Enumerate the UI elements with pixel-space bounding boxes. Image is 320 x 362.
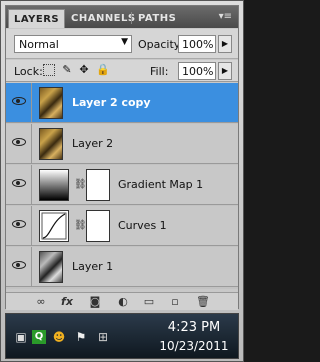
lock-pixels-icon[interactable]: ✎ (61, 64, 73, 76)
action-center-flag-icon[interactable]: ⚑ (74, 330, 88, 344)
layer-name: Layer 2 copy (72, 96, 151, 109)
layer-mask-thumbnail[interactable] (86, 169, 110, 201)
visibility-eye-icon[interactable] (6, 83, 32, 123)
chain-link-icon[interactable]: ⛓ (74, 179, 87, 190)
curves-adjustment-icon (39, 210, 69, 242)
blend-mode-value: Normal (19, 38, 59, 51)
tab-divider (131, 12, 132, 24)
layer-thumbnail (39, 251, 63, 283)
gradient-map-adjustment-icon (39, 169, 69, 201)
blend-opacity-row: Normal ▼ Opacity: 100% ▶ (6, 29, 238, 59)
visibility-eye-icon[interactable] (6, 165, 32, 205)
visibility-eye-icon[interactable] (6, 124, 32, 164)
tab-divider (64, 12, 65, 24)
visibility-eye-icon[interactable] (6, 247, 32, 287)
clock-time[interactable]: 4:23 PM (152, 320, 236, 335)
trash-icon[interactable]: 🗑 (196, 295, 210, 308)
layers-list: Layer 2 copy Layer 2 ⛓ Gradient Map 1 ⛓ (6, 83, 238, 289)
lock-label: Lock: (14, 65, 43, 78)
fill-field[interactable]: 100% (178, 62, 216, 80)
opacity-field[interactable]: 100% (178, 35, 216, 53)
fx-icon[interactable]: fx (60, 295, 74, 308)
layer-name: Layer 1 (72, 260, 114, 273)
layer-row[interactable]: Layer 2 copy (6, 83, 238, 123)
lock-all-icon[interactable]: 🔒 (96, 64, 110, 76)
tab-layers[interactable]: LAYERS (8, 9, 66, 28)
network-icon[interactable]: ⊞ (96, 330, 110, 344)
link-icon[interactable]: ∞ (34, 295, 48, 308)
lock-transparency-icon[interactable] (43, 64, 55, 76)
layer-row[interactable]: ⛓ Curves 1 (6, 206, 238, 246)
adjustment-icon[interactable]: ◐ (116, 295, 130, 308)
tab-paths[interactable]: PATHS (133, 9, 181, 28)
fill-slider-toggle-icon[interactable]: ▶ (218, 62, 232, 80)
layer-name: Gradient Map 1 (118, 178, 204, 191)
chevron-down-icon: ▼ (121, 37, 128, 47)
layer-row[interactable]: ⛓ Gradient Map 1 (6, 165, 238, 205)
panel-menu-icon[interactable]: ▾≡ (219, 11, 232, 22)
layer-row[interactable]: Layer 1 (6, 247, 238, 287)
layer-thumbnail (39, 128, 63, 160)
layer-name: Layer 2 (72, 137, 114, 150)
layer-row[interactable]: Layer 2 (6, 124, 238, 164)
folder-icon[interactable]: ▭ (142, 295, 156, 308)
lock-fill-row: Lock: ✎ ✥ 🔒 Fill: 100% ▶ (6, 60, 238, 82)
opacity-slider-toggle-icon[interactable]: ▶ (218, 35, 232, 53)
visibility-eye-icon[interactable] (6, 206, 32, 246)
q-app-icon[interactable]: Q (32, 330, 46, 344)
clock-date[interactable]: 10/23/2011 (152, 339, 236, 353)
system-taskbar: ▣ Q ☻ ⚑ ⊞ 4:23 PM 10/23/2011 (5, 313, 239, 359)
panel-tab-bar: LAYERS CHANNELS PATHS ▾≡ (6, 6, 238, 28)
layers-bottom-toolbar: ∞ fx ◙ ◐ ▭ ▫ 🗑 (6, 292, 238, 310)
mask-icon[interactable]: ◙ (88, 295, 102, 308)
layers-panel: LAYERS CHANNELS PATHS ▾≡ Normal ▼ Opacit… (5, 5, 239, 310)
users-icon[interactable]: ☻ (52, 330, 66, 344)
lock-position-icon[interactable]: ✥ (78, 64, 90, 76)
tab-channels[interactable]: CHANNELS (66, 9, 141, 28)
layer-name: Curves 1 (118, 219, 167, 232)
fill-label: Fill: (150, 65, 169, 78)
new-layer-icon[interactable]: ▫ (168, 295, 182, 308)
monitor-icon[interactable]: ▣ (14, 330, 28, 344)
layer-thumbnail (39, 87, 63, 119)
layer-mask-thumbnail[interactable] (86, 210, 110, 242)
blend-mode-select[interactable]: Normal ▼ (14, 35, 132, 53)
opacity-label: Opacity: (138, 38, 184, 51)
chain-link-icon[interactable]: ⛓ (74, 220, 87, 231)
